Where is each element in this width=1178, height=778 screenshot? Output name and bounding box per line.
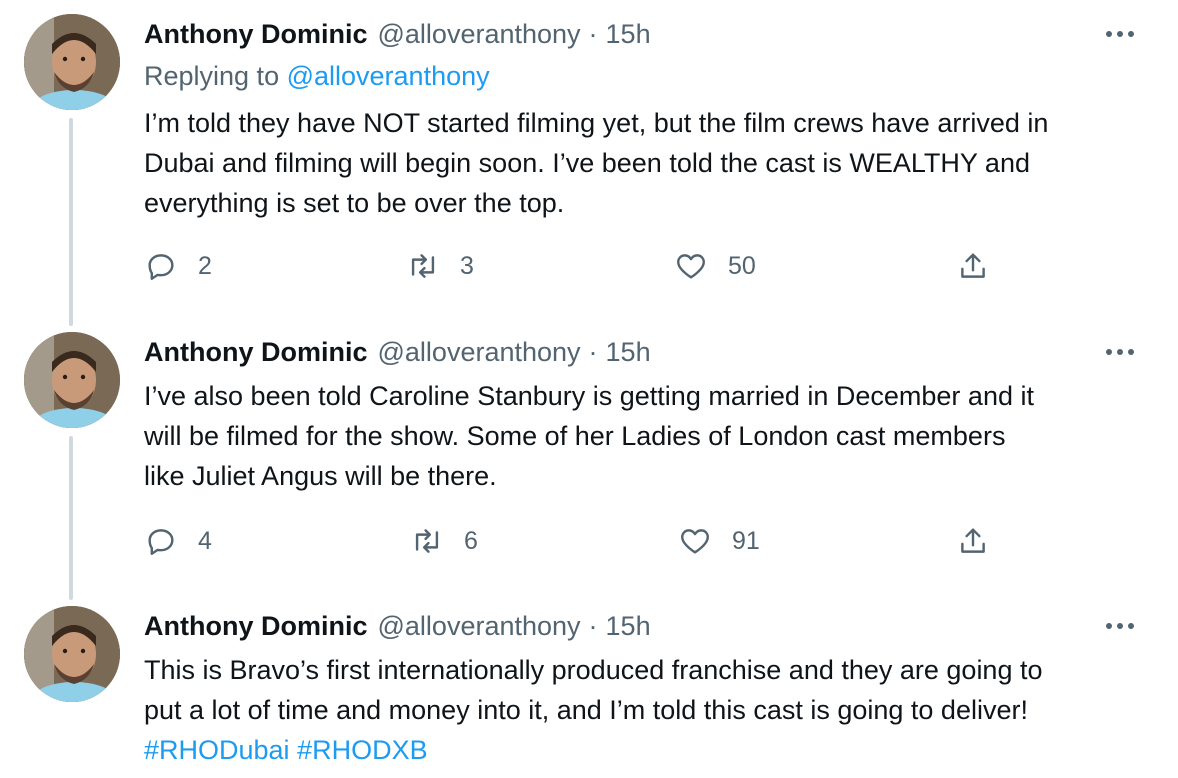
action-bar: 2 3 50 — [144, 246, 1004, 286]
avatar[interactable] — [24, 14, 120, 110]
timestamp[interactable]: 15h — [606, 611, 651, 642]
tweet-text: I’ve also been told Caroline Stanbury is… — [144, 376, 1164, 496]
retweet-count: 3 — [460, 251, 474, 280]
share-icon — [961, 528, 985, 553]
separator: · — [588, 336, 598, 367]
reply-button[interactable]: 2 — [144, 246, 212, 286]
tweet-text-line: will be filmed for the show. Some of her… — [144, 421, 1006, 451]
more-icon — [1106, 349, 1134, 355]
hashtag-link[interactable]: #RHODubai — [144, 735, 290, 765]
tweet-text-line: This is Bravo’s first internationally pr… — [144, 655, 1043, 685]
author-handle[interactable]: @alloveranthony — [378, 611, 581, 642]
author-name[interactable]: Anthony Dominic — [144, 337, 368, 368]
tweet-text-line: I’m told they have NOT started filming y… — [144, 108, 1049, 138]
avatar-image — [24, 14, 120, 110]
reply-icon — [148, 529, 174, 555]
heart-icon — [677, 254, 705, 279]
author-handle[interactable]: @alloveranthony — [378, 337, 581, 368]
reply-button[interactable]: 4 — [144, 521, 212, 561]
like-button[interactable]: 91 — [678, 521, 760, 561]
more-button[interactable] — [1102, 608, 1138, 644]
share-button[interactable] — [956, 246, 990, 286]
reply-count: 2 — [198, 251, 212, 280]
tweet[interactable]: Anthony Dominic @alloveranthony · 15h Re… — [0, 0, 1178, 318]
tweet-text-line: put a lot of time and money into it, and… — [144, 695, 1028, 725]
tweet-header: Anthony Dominic @alloveranthony · 15h — [144, 608, 651, 644]
hashtag-link[interactable]: #RHODXB — [297, 735, 428, 765]
tweet[interactable]: Anthony Dominic @alloveranthony · 15h I’… — [0, 318, 1178, 594]
action-bar: 4 6 91 — [144, 521, 1004, 561]
like-count: 91 — [732, 526, 760, 555]
separator: · — [588, 610, 598, 641]
separator: · — [588, 18, 598, 49]
more-button[interactable] — [1102, 334, 1138, 370]
replying-label: Replying to — [144, 61, 287, 91]
retweet-icon — [411, 254, 435, 278]
tweet-text: This is Bravo’s first internationally pr… — [144, 650, 1164, 770]
more-icon — [1106, 31, 1134, 37]
replying-handle-link[interactable]: @alloveranthony — [287, 61, 490, 91]
tweet-text-line: like Juliet Angus will be there. — [144, 461, 497, 491]
heart-icon — [681, 529, 709, 554]
tweet-hashtags: #RHODubai #RHODXB — [144, 730, 1164, 770]
reply-count: 4 — [198, 526, 212, 555]
retweet-button[interactable]: 6 — [410, 521, 478, 561]
more-icon — [1106, 623, 1134, 629]
retweet-button[interactable]: 3 — [406, 246, 474, 286]
avatar-image — [24, 332, 120, 428]
tweet-text-line: I’ve also been told Caroline Stanbury is… — [144, 381, 1034, 411]
author-name[interactable]: Anthony Dominic — [144, 19, 368, 50]
reply-icon — [148, 254, 174, 280]
timestamp[interactable]: 15h — [606, 337, 651, 368]
tweet-text-line: everything is set to be over the top. — [144, 188, 565, 218]
timestamp[interactable]: 15h — [606, 19, 651, 50]
like-button[interactable]: 50 — [674, 246, 756, 286]
more-button[interactable] — [1102, 16, 1138, 52]
tweet[interactable]: Anthony Dominic @alloveranthony · 15h Th… — [0, 592, 1178, 778]
tweet-header: Anthony Dominic @alloveranthony · 15h — [144, 334, 651, 370]
avatar[interactable] — [24, 606, 120, 702]
avatar-image — [24, 606, 120, 702]
retweet-count: 6 — [464, 526, 478, 555]
replying-to: Replying to @alloveranthony — [144, 61, 490, 92]
avatar[interactable] — [24, 332, 120, 428]
share-button[interactable] — [956, 521, 990, 561]
tweet-text: I’m told they have NOT started filming y… — [144, 103, 1164, 223]
like-count: 50 — [728, 251, 756, 280]
author-handle[interactable]: @alloveranthony — [378, 19, 581, 50]
author-name[interactable]: Anthony Dominic — [144, 611, 368, 642]
share-icon — [961, 253, 985, 278]
tweet-header: Anthony Dominic @alloveranthony · 15h — [144, 16, 651, 52]
tweet-text-line: Dubai and filming will begin soon. I’ve … — [144, 148, 1030, 178]
retweet-icon — [415, 529, 439, 553]
